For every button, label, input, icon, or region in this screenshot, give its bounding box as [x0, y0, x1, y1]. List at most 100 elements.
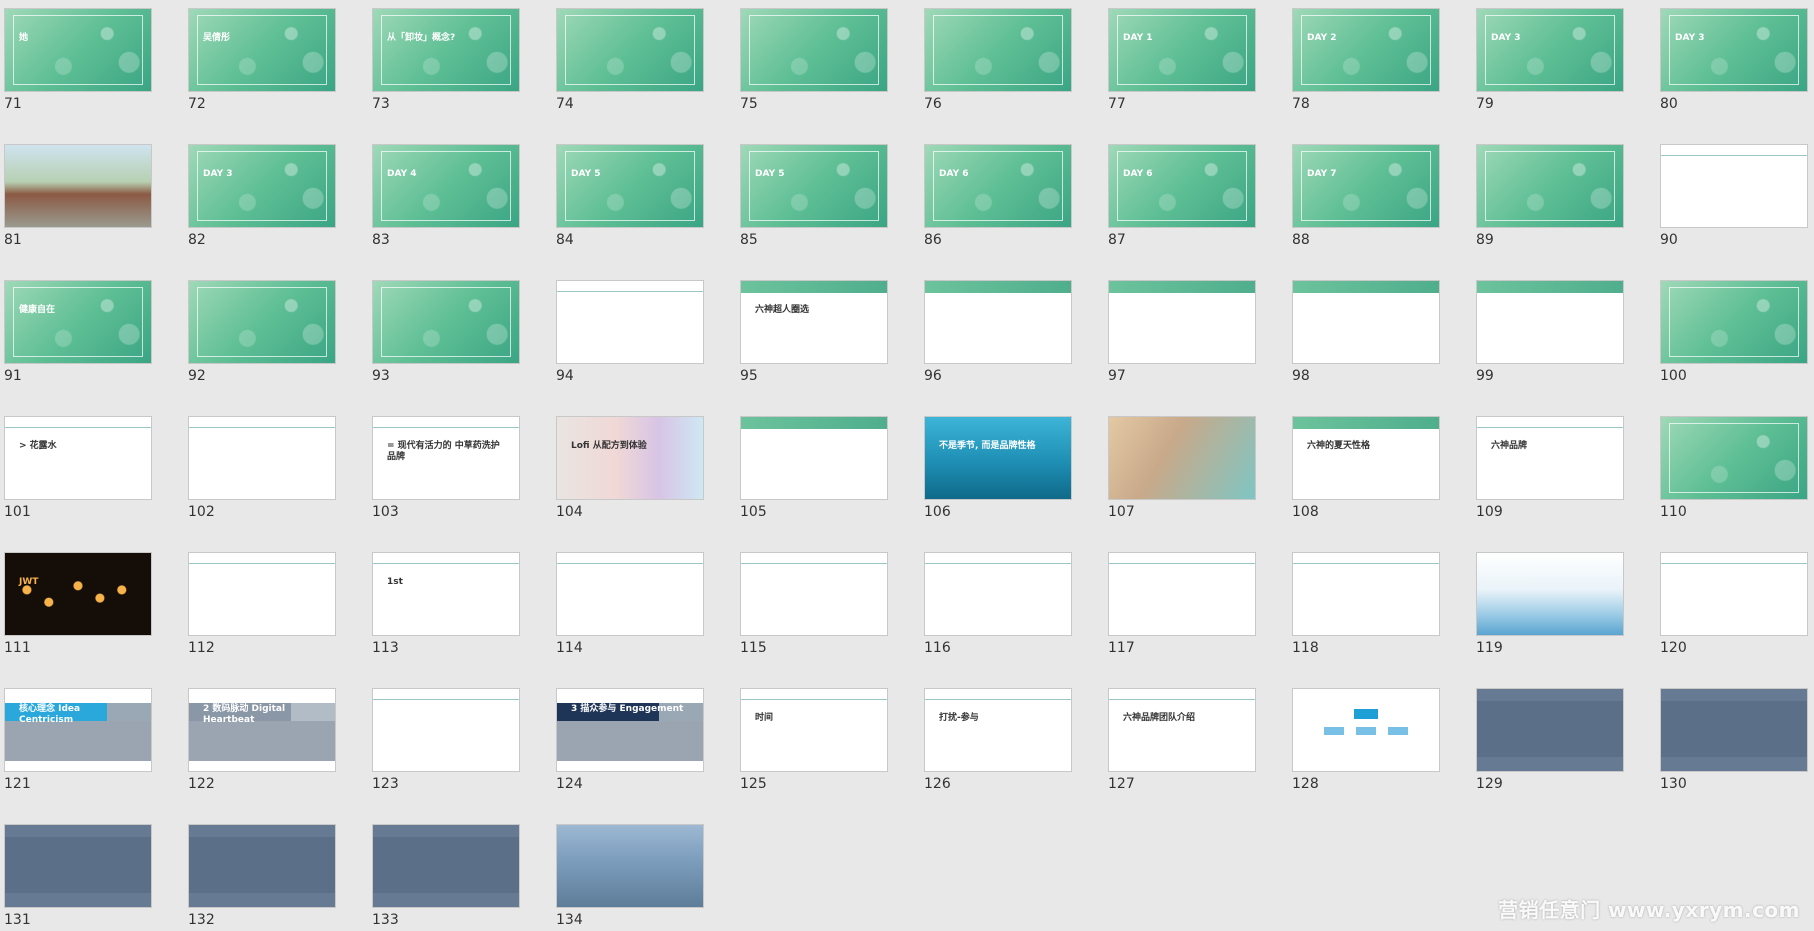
slide-thumbnail[interactable]	[1476, 280, 1624, 364]
slide-thumbnail[interactable]: 健康自在	[4, 280, 152, 364]
slide-thumbnail[interactable]	[740, 552, 888, 636]
slide-thumbnail[interactable]: DAY 3	[1476, 8, 1624, 92]
slide-thumbnail[interactable]	[924, 280, 1072, 364]
slide-thumbnail[interactable]: 六神品牌	[1476, 416, 1624, 500]
slide-number: 124	[556, 776, 583, 792]
slide-number: 133	[372, 912, 399, 928]
slide-number: 130	[1660, 776, 1687, 792]
slide-thumbnail[interactable]: JWT	[4, 552, 152, 636]
slide-thumbnail[interactable]	[1108, 416, 1256, 500]
slide-thumbnail[interactable]	[372, 824, 520, 908]
slide-thumbnail[interactable]	[1476, 144, 1624, 228]
slide-number: 73	[372, 96, 390, 112]
slide-decoration	[1661, 701, 1807, 757]
slide-thumbnail[interactable]	[188, 824, 336, 908]
slide-thumbnail[interactable]: DAY 7	[1292, 144, 1440, 228]
slide-thumbnail[interactable]: 1st	[372, 552, 520, 636]
slide-caption: 核心理念 Idea Centricism	[19, 704, 81, 725]
slide-caption: DAY 4	[387, 169, 417, 179]
slide-thumbnail[interactable]	[1476, 688, 1624, 772]
slide-number: 103	[372, 504, 399, 520]
slide-number: 94	[556, 368, 574, 384]
slide-number: 105	[740, 504, 767, 520]
slide-thumbnail[interactable]: 六神超人圈选	[740, 280, 888, 364]
slide-thumbnail[interactable]: 核心理念 Idea Centricism	[4, 688, 152, 772]
slide-number: 86	[924, 232, 942, 248]
slide-thumbnail[interactable]: 2 数码脉动 Digital Heartbeat	[188, 688, 336, 772]
slide-decoration	[5, 427, 151, 428]
slide-thumbnail[interactable]	[556, 824, 704, 908]
slide-thumbnail[interactable]	[372, 688, 520, 772]
slide-thumbnail[interactable]	[1108, 552, 1256, 636]
slide-thumbnail[interactable]: 不是季节, 而是品牌性格	[924, 416, 1072, 500]
slide-decoration	[1109, 281, 1255, 293]
slide-thumbnail[interactable]	[1660, 144, 1808, 228]
slide-thumbnail[interactable]	[1660, 552, 1808, 636]
slide-thumbnail[interactable]: DAY 5	[740, 144, 888, 228]
slide-thumbnail[interactable]: 从「卸妆」概念?	[372, 8, 520, 92]
slide-decoration	[13, 287, 143, 357]
slide-thumbnail[interactable]: DAY 6	[924, 144, 1072, 228]
slide-body-band	[189, 721, 335, 761]
slide-thumbnail[interactable]	[372, 280, 520, 364]
slide-thumbnail[interactable]: 3 描众参与 Engagement	[556, 688, 704, 772]
slide-decoration	[741, 281, 887, 293]
slide-number: 117	[1108, 640, 1135, 656]
slide-decoration	[1485, 151, 1615, 221]
slide-thumbnail[interactable]	[1292, 688, 1440, 772]
slide-thumbnail[interactable]: 吴倩彤	[188, 8, 336, 92]
slide-thumbnail[interactable]	[188, 552, 336, 636]
slide-thumbnail[interactable]	[556, 552, 704, 636]
slide-number: 98	[1292, 368, 1310, 384]
slide-thumbnail[interactable]	[1476, 552, 1624, 636]
slide-thumbnail[interactable]: 打扰-参与	[924, 688, 1072, 772]
slide-thumbnail[interactable]: DAY 4	[372, 144, 520, 228]
slide-caption: Lofi 从配方到体验	[571, 441, 647, 451]
slide-thumbnail[interactable]: = 现代有活力的 中草药洗护品牌	[372, 416, 520, 500]
slide-number: 126	[924, 776, 951, 792]
slide-thumbnail[interactable]: > 花露水	[4, 416, 152, 500]
slide-number: 95	[740, 368, 758, 384]
slide-thumbnail[interactable]	[1108, 280, 1256, 364]
slide-thumbnail[interactable]	[1660, 280, 1808, 364]
slide-thumbnail[interactable]	[188, 280, 336, 364]
slide-thumbnail[interactable]	[556, 8, 704, 92]
slide-thumbnail[interactable]: 六神的夏天性格	[1292, 416, 1440, 500]
slide-thumbnail[interactable]	[924, 8, 1072, 92]
slide-thumbnail[interactable]	[556, 280, 704, 364]
slide-decoration	[1301, 151, 1431, 221]
slide-thumbnail[interactable]	[1660, 416, 1808, 500]
slide-number: 99	[1476, 368, 1494, 384]
slide-thumbnail[interactable]	[1292, 280, 1440, 364]
slide-thumbnail[interactable]	[740, 416, 888, 500]
slide-thumbnail[interactable]	[188, 416, 336, 500]
slide-thumbnail[interactable]	[4, 144, 152, 228]
slide-number: 100	[1660, 368, 1687, 384]
slide-number: 108	[1292, 504, 1319, 520]
slide-thumbnail[interactable]	[1660, 688, 1808, 772]
slide-thumbnail[interactable]: DAY 1	[1108, 8, 1256, 92]
slide-decoration	[189, 837, 335, 893]
slide-thumbnail[interactable]: DAY 3	[1660, 8, 1808, 92]
slide-number: 93	[372, 368, 390, 384]
slide-thumbnail[interactable]: DAY 5	[556, 144, 704, 228]
slide-decoration	[1293, 563, 1439, 564]
slide-thumbnail[interactable]: 时间	[740, 688, 888, 772]
slide-thumbnail[interactable]	[740, 8, 888, 92]
slide-thumbnail[interactable]	[924, 552, 1072, 636]
slide-thumbnail[interactable]	[4, 824, 152, 908]
slide-thumbnail[interactable]: 六神品牌团队介绍	[1108, 688, 1256, 772]
slide-caption: 六神品牌	[1491, 441, 1528, 451]
slide-number: 78	[1292, 96, 1310, 112]
slide-decoration	[1109, 563, 1255, 564]
slide-thumbnail[interactable]: DAY 3	[188, 144, 336, 228]
slide-decoration	[373, 427, 519, 428]
slide-thumbnail[interactable]: Lofi 从配方到体验	[556, 416, 704, 500]
slide-decoration	[197, 15, 327, 85]
slide-thumbnail[interactable]	[1292, 552, 1440, 636]
slide-number: 123	[372, 776, 399, 792]
slide-thumbnail[interactable]: DAY 6	[1108, 144, 1256, 228]
slide-thumbnail[interactable]: DAY 2	[1292, 8, 1440, 92]
slide-decoration	[1477, 281, 1623, 293]
slide-thumbnail[interactable]: 她	[4, 8, 152, 92]
